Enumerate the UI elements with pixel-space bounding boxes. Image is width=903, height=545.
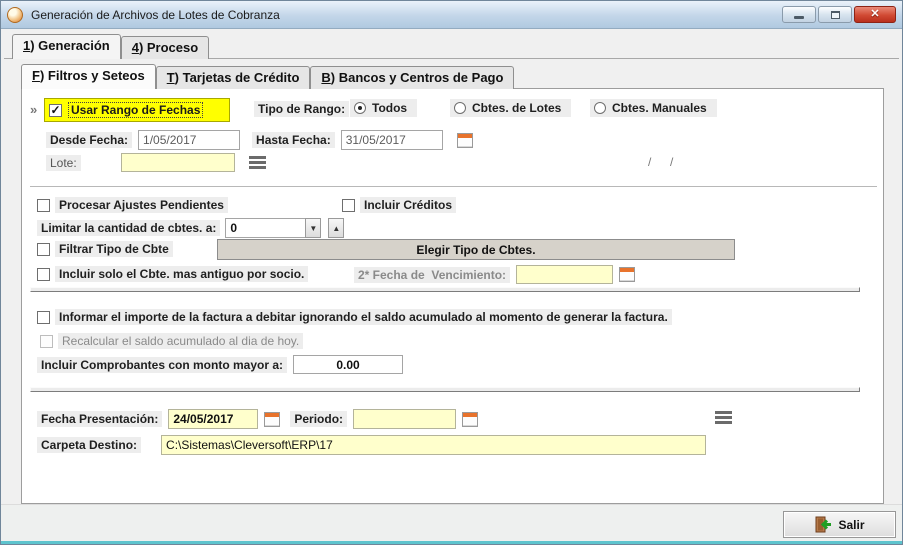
focus-marker: » bbox=[30, 102, 37, 117]
section-bar bbox=[30, 287, 860, 292]
radio-icon bbox=[454, 102, 466, 114]
segunda-fecha-input[interactable] bbox=[516, 265, 613, 284]
desde-fecha-input[interactable] bbox=[138, 130, 240, 150]
desde-fecha-label: Desde Fecha: bbox=[46, 132, 132, 148]
procesar-ajustes-label: Procesar Ajustes Pendientes bbox=[55, 197, 228, 213]
window-title: Generación de Archivos de Lotes de Cobra… bbox=[31, 8, 280, 22]
usar-rango-fechas-checkbox[interactable]: Usar Rango de Fechas bbox=[44, 98, 230, 122]
filtros-panel: » Usar Rango de Fechas Tipo de Rango: To… bbox=[21, 88, 884, 504]
checkbox-icon bbox=[37, 268, 50, 281]
checkbox-icon bbox=[37, 311, 50, 324]
close-button[interactable]: ✕ bbox=[854, 6, 896, 23]
sub-tab-strip: F) Filtros y Seteos T) Tarjetas de Crédi… bbox=[21, 64, 514, 89]
carpeta-row: Carpeta Destino: bbox=[37, 435, 706, 455]
segunda-fecha-label: 2* Fecha de Vencimiento: bbox=[354, 267, 510, 283]
periodo-lookup-icon[interactable] bbox=[715, 411, 732, 424]
radio-selected-icon bbox=[354, 102, 366, 114]
tab-tarjetas-de-credito[interactable]: T) Tarjetas de Crédito bbox=[156, 66, 311, 89]
footer-bar bbox=[1, 504, 902, 544]
app-icon bbox=[7, 7, 23, 23]
recalcular-checkbox: Recalcular el saldo acumulado al dia de … bbox=[40, 333, 303, 349]
tab-proceso[interactable]: 4) Proceso bbox=[121, 36, 209, 59]
tab-bancos-y-centros[interactable]: B) Bancos y Centros de Pago bbox=[310, 66, 514, 89]
radio-cbtes-manuales[interactable]: Cbtes. Manuales bbox=[590, 99, 717, 117]
incluir-creditos-label: Incluir Créditos bbox=[360, 197, 456, 213]
carpeta-destino-input[interactable] bbox=[161, 435, 706, 455]
segunda-fecha-row: 2* Fecha de Vencimiento: bbox=[354, 265, 635, 284]
limitar-row: Limitar la cantidad de cbtes. a: ▼ ▲ bbox=[37, 218, 344, 238]
minimize-button[interactable] bbox=[782, 6, 816, 23]
checkbox-icon bbox=[37, 243, 50, 256]
title-bar: Generación de Archivos de Lotes de Cobra… bbox=[1, 1, 902, 29]
maximize-icon bbox=[831, 11, 840, 19]
calendar-icon[interactable] bbox=[457, 133, 473, 148]
lote-lookup-icon[interactable] bbox=[249, 156, 266, 169]
lote-row: Lote: bbox=[46, 153, 266, 172]
incluir-creditos-checkbox[interactable]: Incluir Créditos bbox=[342, 197, 456, 213]
radio-todos[interactable]: Todos bbox=[350, 99, 417, 117]
filtrar-tipo-label: Filtrar Tipo de Cbte bbox=[55, 241, 173, 257]
hasta-fecha-label: Hasta Fecha: bbox=[252, 132, 335, 148]
section-divider bbox=[30, 186, 877, 187]
fecha-row: Desde Fecha: Hasta Fecha: bbox=[46, 130, 473, 150]
carpeta-destino-label: Carpeta Destino: bbox=[37, 437, 141, 453]
calendar-icon[interactable] bbox=[619, 267, 635, 282]
monto-mayor-row: Incluir Comprobantes con monto mayor a: bbox=[37, 355, 403, 374]
calendar-icon[interactable] bbox=[264, 412, 280, 427]
lote-input[interactable] bbox=[121, 153, 235, 172]
limitar-cantidad-input[interactable] bbox=[225, 218, 305, 238]
elegir-tipo-button[interactable]: Elegir Tipo de Cbtes. bbox=[217, 239, 735, 260]
salir-button[interactable]: Salir bbox=[783, 511, 896, 538]
fecha-presentacion-label: Fecha Presentación: bbox=[37, 411, 162, 427]
incluir-antiguo-label: Incluir solo el Cbte. mas antiguo por so… bbox=[55, 266, 308, 282]
radio-cbtes-de-lotes[interactable]: Cbtes. de Lotes bbox=[450, 99, 571, 117]
monto-mayor-input[interactable] bbox=[293, 355, 403, 374]
main-tab-strip: 1) Generación 4) Proceso bbox=[12, 34, 209, 59]
recalcular-label: Recalcular el saldo acumulado al dia de … bbox=[58, 333, 303, 349]
filtrar-tipo-checkbox[interactable]: Filtrar Tipo de Cbte bbox=[37, 241, 173, 257]
spin-up-icon[interactable]: ▲ bbox=[328, 218, 344, 238]
hasta-fecha-input[interactable] bbox=[341, 130, 443, 150]
periodo-label: Periodo: bbox=[290, 411, 347, 427]
dialog-window: Generación de Archivos de Lotes de Cobra… bbox=[0, 0, 903, 545]
radio-icon bbox=[594, 102, 606, 114]
section-bar bbox=[30, 387, 860, 392]
checkbox-icon bbox=[37, 199, 50, 212]
minimize-icon bbox=[794, 16, 804, 19]
exit-door-icon bbox=[814, 516, 832, 533]
dropdown-arrow-icon[interactable]: ▼ bbox=[305, 218, 321, 238]
checkbox-checked-icon bbox=[49, 104, 62, 117]
checkbox-icon bbox=[342, 199, 355, 212]
usar-rango-fechas-label: Usar Rango de Fechas bbox=[68, 102, 203, 118]
informar-importe-label: Informar el importe de la factura a debi… bbox=[55, 309, 672, 325]
checkbox-disabled-icon bbox=[40, 335, 53, 348]
informar-importe-checkbox[interactable]: Informar el importe de la factura a debi… bbox=[37, 309, 672, 325]
tipo-de-rango-label: Tipo de Rango: bbox=[254, 101, 349, 117]
monto-mayor-label: Incluir Comprobantes con monto mayor a: bbox=[37, 357, 287, 373]
tab-generacion[interactable]: 1) Generación bbox=[12, 34, 121, 59]
incluir-antiguo-checkbox[interactable]: Incluir solo el Cbte. mas antiguo por so… bbox=[37, 266, 308, 282]
empty-date-mask: / / bbox=[648, 155, 677, 169]
periodo-input[interactable] bbox=[353, 409, 456, 429]
tab-filtros-y-seteos[interactable]: F) Filtros y Seteos bbox=[21, 64, 156, 89]
window-bottom-edge bbox=[1, 541, 902, 544]
fecha-presentacion-input[interactable] bbox=[168, 409, 258, 429]
close-icon: ✕ bbox=[870, 9, 879, 20]
presentacion-row: Fecha Presentación: Periodo: bbox=[37, 409, 478, 429]
lote-label: Lote: bbox=[46, 155, 81, 171]
maximize-button[interactable] bbox=[818, 6, 852, 23]
limitar-cantidad-label: Limitar la cantidad de cbtes. a: bbox=[37, 220, 220, 236]
procesar-ajustes-checkbox[interactable]: Procesar Ajustes Pendientes bbox=[37, 197, 228, 213]
calendar-icon[interactable] bbox=[462, 412, 478, 427]
